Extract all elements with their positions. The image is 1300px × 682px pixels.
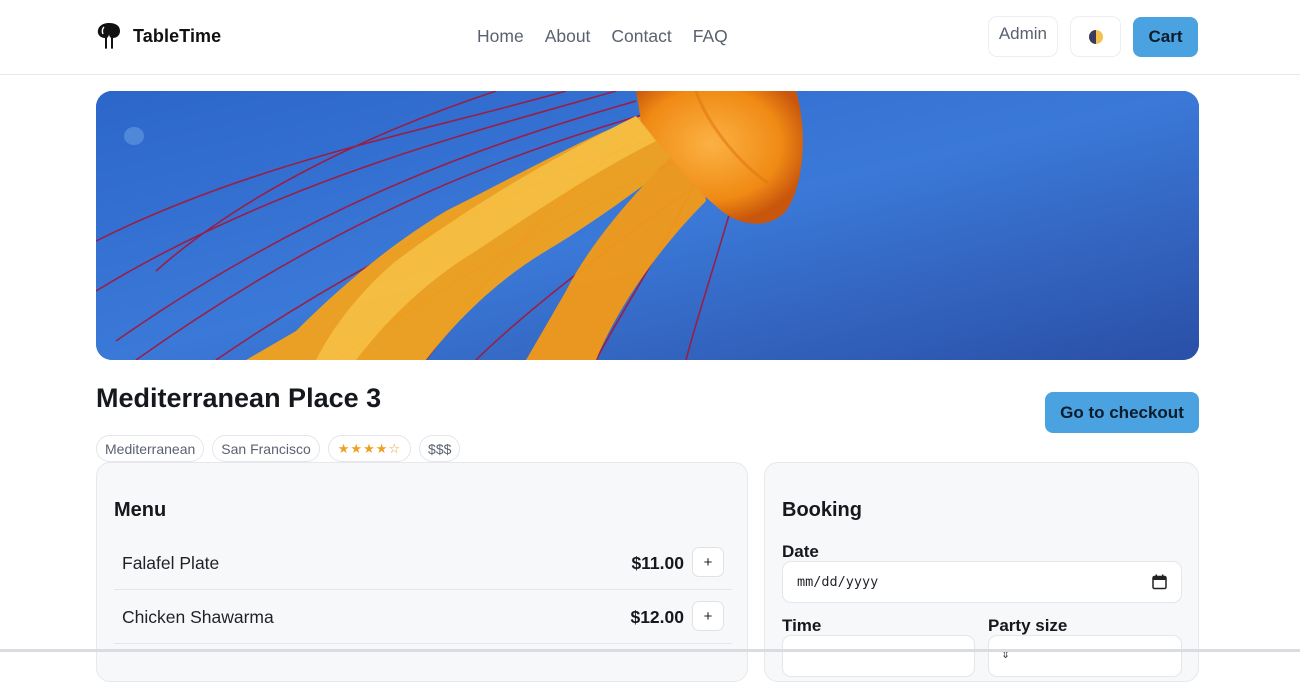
site-header: TableTime Home About Contact FAQ Admin C… xyxy=(0,0,1300,75)
menu-item-price: $12.00 xyxy=(630,607,684,627)
party-size-input[interactable]: ⇕ xyxy=(988,635,1182,677)
booking-title: Booking xyxy=(782,499,862,521)
half-moon-icon xyxy=(1088,29,1103,44)
main-nav: Home About Contact FAQ xyxy=(477,26,728,47)
add-to-cart-button[interactable]: + xyxy=(692,547,724,577)
nav-faq[interactable]: FAQ xyxy=(693,26,728,47)
restaurant-tags: Mediterranean San Francisco ★★★★☆ $$$ xyxy=(96,435,461,462)
date-input[interactable]: mm/dd/yyyy xyxy=(782,561,1182,603)
cuisine-tag: Mediterranean xyxy=(96,435,205,462)
jellyfish-illustration xyxy=(96,91,1199,360)
restaurant-name: Mediterranean Place 3 xyxy=(96,383,382,413)
hero-image xyxy=(96,91,1199,360)
admin-button[interactable]: Admin xyxy=(987,16,1058,57)
checkout-button[interactable]: Go to checkout xyxy=(1045,392,1199,433)
theme-toggle-button[interactable] xyxy=(1070,16,1121,57)
menu-item-name: Chicken Shawarma xyxy=(122,607,274,627)
date-label: Date xyxy=(782,542,819,561)
date-placeholder: mm/dd/yyyy xyxy=(797,574,879,590)
calendar-icon[interactable] xyxy=(1152,574,1167,590)
brand[interactable]: TableTime xyxy=(96,22,221,50)
rating-stars: ★★★★☆ xyxy=(327,435,412,462)
menu-item-name: Falafel Plate xyxy=(122,553,220,573)
nav-home[interactable]: Home xyxy=(477,26,524,47)
logo-icon xyxy=(97,23,120,49)
location-tag: San Francisco xyxy=(212,435,320,462)
menu-title: Menu xyxy=(114,499,167,521)
add-to-cart-button[interactable]: + xyxy=(692,601,724,631)
time-input[interactable] xyxy=(782,635,975,677)
nav-about[interactable]: About xyxy=(545,26,591,47)
party-size-label: Party size xyxy=(988,616,1068,635)
cart-button[interactable]: Cart xyxy=(1133,16,1198,57)
menu-item: Falafel Plate $11.00 + xyxy=(114,536,732,590)
brand-name: TableTime xyxy=(133,25,222,46)
header-actions: Admin Cart xyxy=(987,16,1198,57)
nav-contact[interactable]: Contact xyxy=(611,26,671,47)
menu-item: Chicken Shawarma $12.00 + xyxy=(114,590,732,644)
menu-item-price: $11.00 xyxy=(631,553,684,573)
price-tag: $$$ xyxy=(419,435,461,462)
time-label: Time xyxy=(782,616,822,635)
